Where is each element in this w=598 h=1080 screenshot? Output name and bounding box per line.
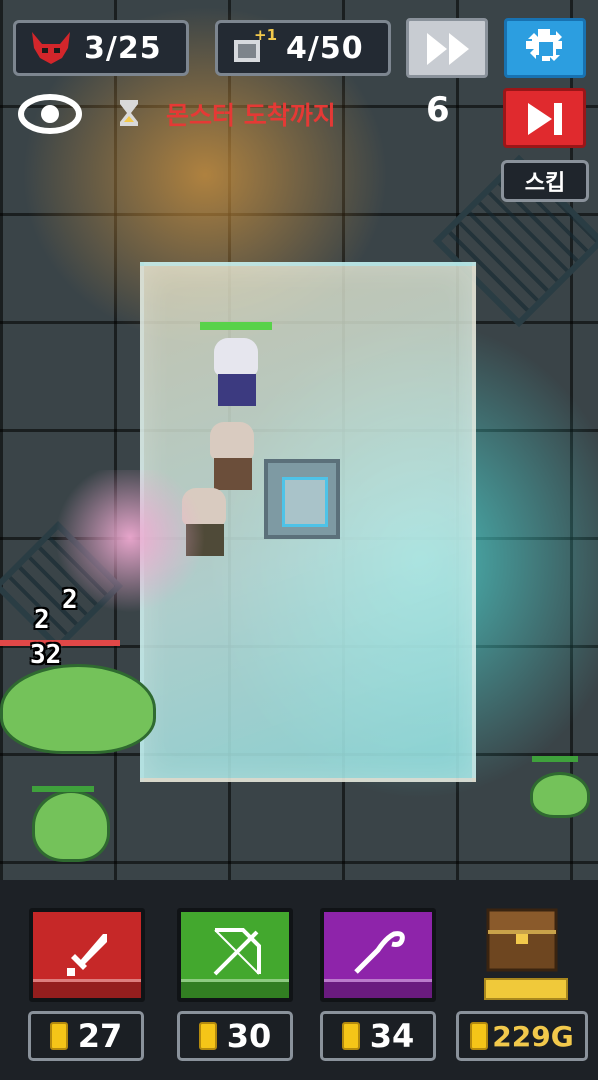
upgrade-count: 4/50 bbox=[286, 30, 364, 66]
hourglass-icon bbox=[118, 98, 140, 132]
staff-cost-value: 34 bbox=[369, 1017, 415, 1055]
gold-total-value: 229G bbox=[492, 1019, 574, 1053]
settings-button[interactable] bbox=[504, 18, 586, 78]
skip-wave-button[interactable] bbox=[503, 88, 586, 148]
skip-next-icon bbox=[528, 103, 564, 139]
slime-enemy[interactable] bbox=[32, 790, 110, 862]
monster-count: 3/25 bbox=[84, 30, 162, 66]
slime-enemy-small[interactable] bbox=[530, 772, 590, 818]
damage-number: 32 bbox=[30, 640, 62, 670]
eye-icon[interactable] bbox=[18, 92, 82, 140]
upgrade-plus-one-icon: +1 bbox=[230, 26, 278, 68]
hero-health-bar bbox=[200, 322, 272, 330]
staff-icon bbox=[352, 928, 406, 980]
staff-cost: 34 bbox=[320, 1011, 436, 1061]
demon-horns-icon bbox=[28, 28, 74, 68]
slime-health-bar bbox=[32, 786, 94, 792]
fast-forward-icon bbox=[427, 33, 471, 69]
treasure-chest-icon[interactable] bbox=[484, 904, 560, 974]
sword-cost-value: 27 bbox=[77, 1017, 123, 1055]
coin-icon bbox=[198, 1022, 217, 1050]
damage-number: 2 bbox=[34, 605, 50, 635]
treasure-progress-bar bbox=[484, 978, 568, 1000]
slime-small-health-bar bbox=[532, 756, 578, 762]
hero-mage[interactable] bbox=[208, 338, 268, 412]
gear-icon bbox=[526, 29, 566, 73]
wave-countdown-value: 6 bbox=[426, 90, 450, 130]
monster-counter: 3/25 bbox=[13, 20, 189, 76]
skip-label[interactable]: 스킵 bbox=[501, 160, 589, 202]
damage-number: 2 bbox=[62, 585, 78, 615]
gold-total: 229G bbox=[456, 1011, 588, 1061]
buy-bow-button[interactable] bbox=[177, 908, 293, 1002]
sword-icon bbox=[63, 930, 111, 982]
slime-boss[interactable] bbox=[0, 664, 156, 754]
hero-archer[interactable] bbox=[204, 422, 264, 496]
buy-staff-button[interactable] bbox=[320, 908, 436, 1002]
fast-forward-button[interactable] bbox=[406, 18, 488, 78]
coin-icon bbox=[341, 1022, 360, 1050]
wave-countdown-label: 몬스터 도착까지 bbox=[166, 101, 336, 130]
buy-sword-button[interactable] bbox=[29, 908, 145, 1002]
coin-icon bbox=[49, 1022, 68, 1050]
pressure-plate[interactable] bbox=[264, 459, 340, 539]
coin-icon bbox=[470, 1022, 489, 1050]
bow-cost-value: 30 bbox=[226, 1017, 272, 1055]
bow-cost: 30 bbox=[177, 1011, 293, 1061]
bow-icon bbox=[211, 926, 263, 982]
sword-cost: 27 bbox=[28, 1011, 144, 1061]
upgrade-counter: +1 4/50 bbox=[215, 20, 391, 76]
upgrade-badge: +1 bbox=[254, 26, 278, 44]
